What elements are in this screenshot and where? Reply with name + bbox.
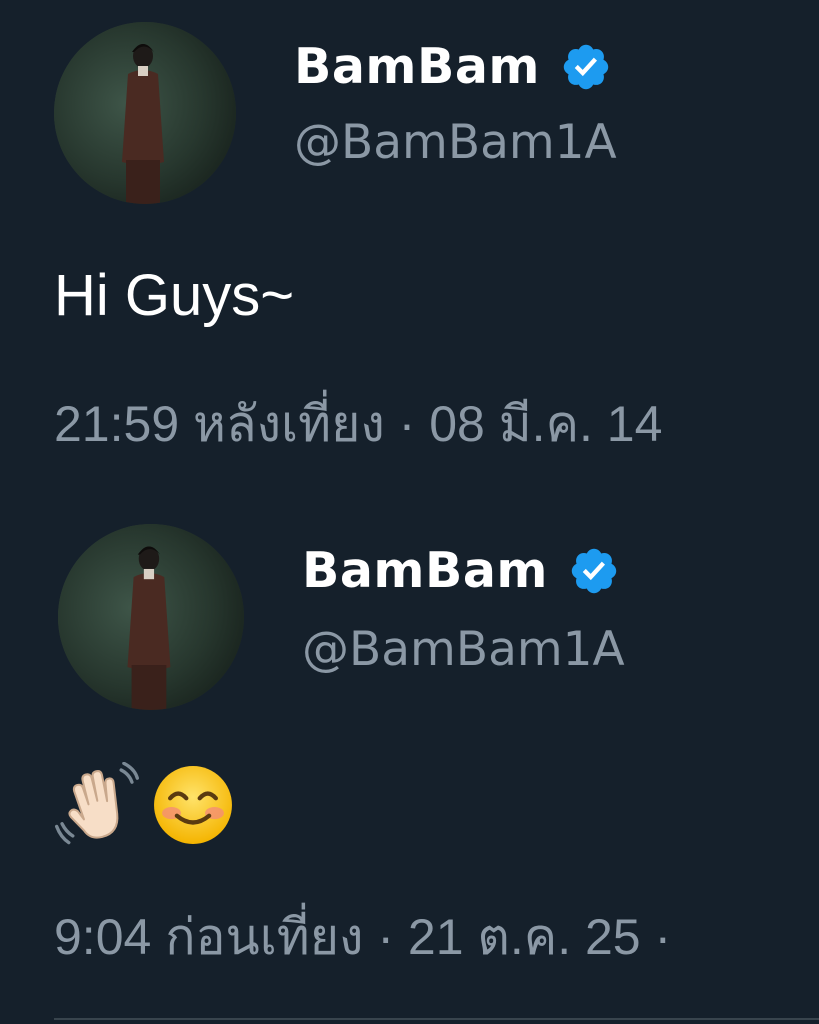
avatar[interactable] bbox=[54, 22, 236, 204]
smiling-face-emoji bbox=[154, 766, 232, 844]
avatar[interactable] bbox=[58, 524, 244, 710]
tweet-timestamp[interactable]: 9:04 ก่อนเที่ยง · 21 ต.ค. 25 · bbox=[54, 898, 671, 977]
tweet-text: Hi Guys~ bbox=[54, 263, 295, 328]
waving-hand-emoji bbox=[55, 762, 139, 845]
author-name-row[interactable]: BamBam bbox=[294, 38, 612, 95]
username-handle[interactable]: @BamBam1A bbox=[302, 622, 625, 677]
verified-badge-icon bbox=[560, 41, 612, 93]
username-handle[interactable]: @BamBam1A bbox=[294, 115, 617, 170]
display-name[interactable]: BamBam bbox=[294, 38, 540, 95]
divider bbox=[54, 1018, 819, 1020]
tweet-text bbox=[54, 762, 236, 848]
author-name-row[interactable]: BamBam bbox=[302, 542, 620, 599]
tweet-timestamp[interactable]: 21:59 หลังเที่ยง · 08 มี.ค. 14 bbox=[54, 385, 662, 464]
verified-badge-icon bbox=[568, 545, 620, 597]
display-name[interactable]: BamBam bbox=[302, 542, 548, 599]
